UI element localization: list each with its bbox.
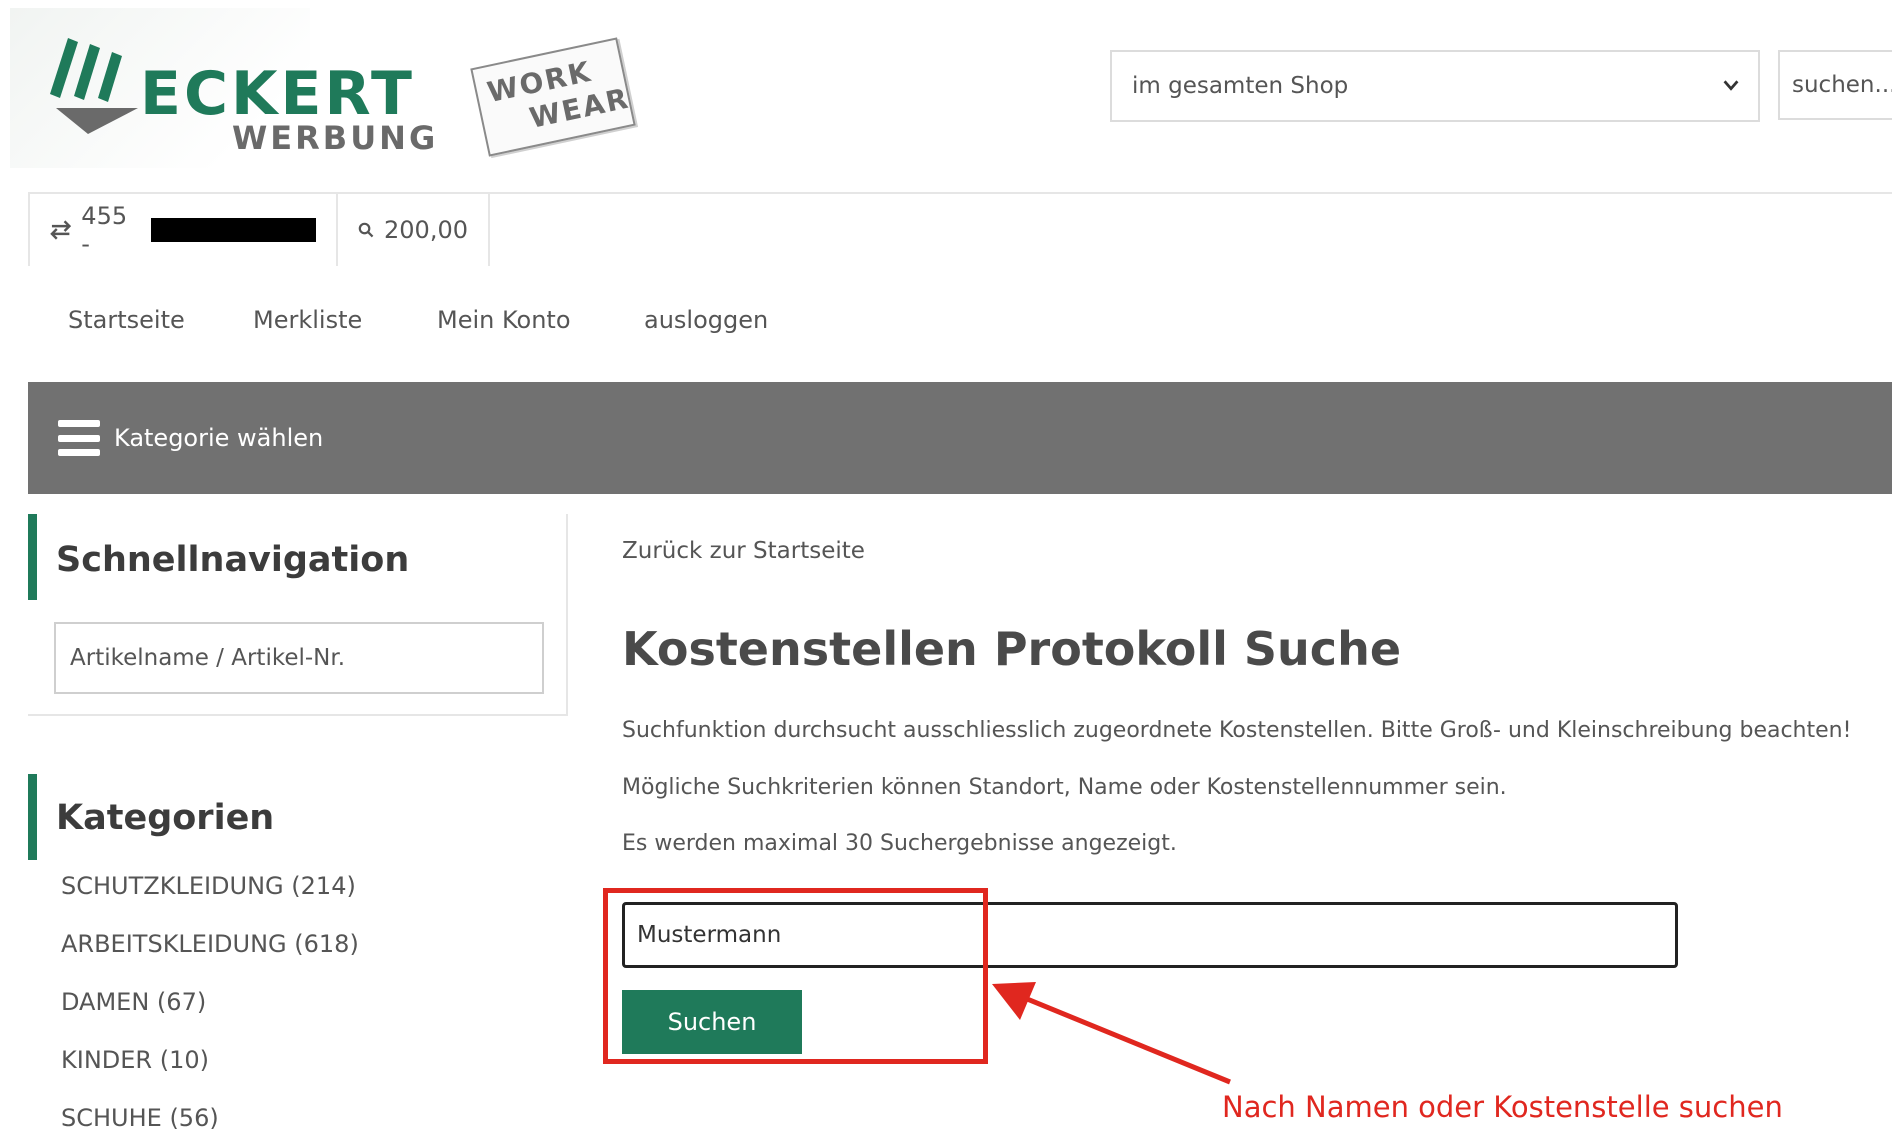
search-scope-select[interactable]: im gesamten Shop — [1110, 50, 1760, 122]
redacted-customer-name — [151, 218, 316, 242]
annotation-highlight-box — [603, 888, 988, 1064]
shop-search-input[interactable] — [1778, 50, 1892, 120]
categories-title: Kategorien — [56, 798, 275, 838]
annotation-arrow-icon — [992, 982, 1231, 1085]
nav-ausloggen[interactable]: ausloggen — [644, 306, 768, 334]
page-title: Kostenstellen Protokoll Suche — [622, 622, 1402, 676]
category-item-kinder[interactable]: KINDER (10) — [61, 1048, 359, 1106]
nav-mein-konto[interactable]: Mein Konto — [437, 306, 644, 334]
category-menu-bar[interactable]: Kategorie wählen — [28, 382, 1892, 494]
category-item-arbeitskleidung[interactable]: ARBEITSKLEIDUNG (618) — [61, 932, 359, 990]
quicknav-panel: Schnellnavigation — [28, 514, 568, 716]
budget-value: 200,00 — [384, 216, 468, 244]
site-logo[interactable]: ECKERT WERBUNG WORK WEAR — [10, 8, 650, 168]
category-item-schutzkleidung[interactable]: SCHUTZKLEIDUNG (214) — [61, 874, 359, 932]
search-scope-value: im gesamten Shop — [1132, 73, 1349, 99]
logo-subname: WERBUNG — [232, 119, 439, 157]
customer-number: 455 - — [81, 202, 128, 258]
customer-switch[interactable]: 455 - — [30, 194, 338, 266]
quicknav-title: Schnellnavigation — [56, 540, 410, 580]
eckert-logo-mark-icon — [50, 38, 138, 134]
top-navigation: Startseite Merkliste Mein Konto auslogge… — [68, 306, 768, 334]
info-text-case-sensitive: Suchfunktion durchsucht ausschliesslich … — [622, 718, 1852, 743]
info-text-max-results: Es werden maximal 30 Suchergebnisse ange… — [622, 831, 1177, 856]
logo-workwear-tag: WORK WEAR — [470, 37, 636, 157]
category-menu-label: Kategorie wählen — [114, 424, 324, 452]
search-icon — [358, 222, 374, 238]
account-bar: 455 - 200,00 — [28, 194, 490, 266]
annotation-text: Nach Namen oder Kostenstelle suchen — [1222, 1090, 1783, 1124]
hamburger-menu-icon — [58, 420, 100, 456]
logo-name: ECKERT — [140, 59, 415, 129]
swap-arrows-icon — [50, 220, 72, 240]
categories-accent-bar — [28, 774, 37, 860]
nav-startseite[interactable]: Startseite — [68, 306, 253, 334]
quicknav-article-input[interactable] — [54, 622, 544, 694]
category-item-damen[interactable]: DAMEN (67) — [61, 990, 359, 1048]
nav-merkliste[interactable]: Merkliste — [253, 306, 437, 334]
back-to-home-link[interactable]: Zurück zur Startseite — [622, 538, 865, 564]
chevron-down-icon — [1723, 80, 1739, 91]
info-text-criteria: Mögliche Suchkriterien können Standort, … — [622, 775, 1507, 800]
quicknav-accent-bar — [28, 514, 37, 600]
category-list: SCHUTZKLEIDUNG (214) ARBEITSKLEIDUNG (61… — [61, 874, 359, 1136]
budget-display[interactable]: 200,00 — [338, 194, 490, 266]
category-item-schuhe[interactable]: SCHUHE (56) — [61, 1106, 359, 1136]
